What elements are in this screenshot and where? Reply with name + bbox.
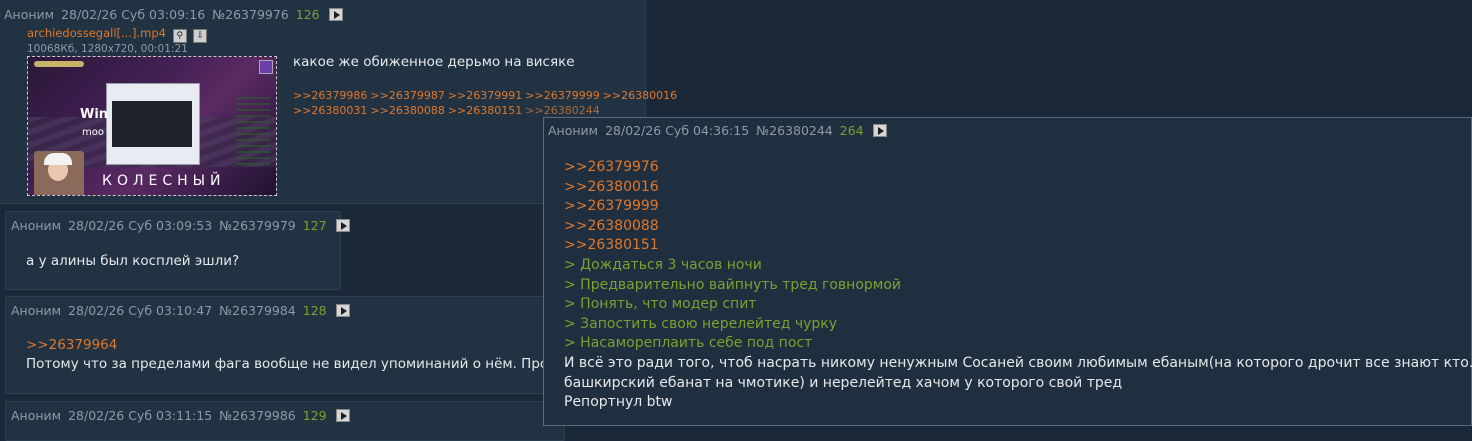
poster-name: Аноним — [11, 303, 62, 318]
reply-link[interactable]: >>26379999 — [525, 89, 599, 102]
quote-link[interactable]: >>26380151 — [564, 236, 1472, 256]
reply-link[interactable]: >>26380244 — [525, 104, 599, 117]
post-menu-icon[interactable] — [328, 8, 343, 21]
post-menu-icon[interactable] — [335, 304, 350, 317]
quote-link[interactable]: >>26379964 — [26, 337, 117, 353]
reply-link[interactable]: >>26379987 — [370, 89, 444, 102]
search-icon[interactable]: ⚲ — [172, 29, 187, 43]
post-number[interactable]: №26379984 — [219, 303, 296, 318]
thumb-overlay-bar — [34, 61, 84, 67]
post-reply-count: 127 — [302, 218, 327, 233]
post-header: Аноним 28/02/26 Суб 03:09:16 №26379976 1… — [4, 7, 346, 22]
thumb-webcam — [34, 151, 84, 195]
post-message: Потому что за пределами фага вообще не в… — [26, 356, 564, 372]
thumb-window-content — [112, 101, 192, 147]
download-icon[interactable]: ⇩ — [193, 29, 208, 43]
greentext-line: > Дождаться 3 часов ночи — [564, 256, 762, 273]
post-datetime: 28/02/26 Суб 03:11:15 — [68, 408, 213, 423]
thumb-corner-icon — [259, 60, 273, 74]
post-message: какое же обиженное дерьмо на висяке — [293, 54, 575, 70]
thumb-text-moo: moo — [82, 127, 104, 138]
replies-row-2: >>26380031 >>26380088 >>26380151 >>26380244 — [293, 103, 680, 118]
reply-link[interactable]: >>26380088 — [370, 104, 444, 117]
greentext-line: > Насамореплаить себе под пост — [564, 335, 813, 352]
quote-link[interactable]: >>26380016 — [564, 178, 1472, 198]
quote-link[interactable]: >>26379976 — [564, 158, 1472, 178]
thumb-chat — [236, 97, 270, 167]
greentext-line: > Запостить свою нерелейтед чурку — [564, 315, 838, 332]
thumb-caption: КОЛЕСНЫЙ — [102, 173, 226, 189]
post-menu-icon[interactable] — [872, 124, 887, 137]
post-number[interactable]: №26379979 — [219, 218, 296, 233]
post-header: Аноним 28/02/26 Суб 03:09:53 №26379979 1… — [11, 218, 353, 233]
post-26379984: Аноним 28/02/26 Суб 03:10:47 №26379984 1… — [5, 296, 565, 394]
post-datetime: 28/02/26 Суб 04:36:15 — [605, 123, 750, 138]
poster-name: Аноним — [11, 408, 62, 423]
file-meta: 10068Кб, 1280x720, 00:01:21 — [27, 43, 188, 55]
body-line: И всё это ради того, чтоб насрать никому… — [564, 354, 1472, 371]
post-menu-icon[interactable] — [335, 409, 350, 422]
post-reply-count: 129 — [302, 408, 327, 423]
post-header: Аноним 28/02/26 Суб 03:11:15 №26379986 1… — [11, 408, 353, 423]
file-info: archiedossegall[...].mp4 ⚲ ⇩ — [27, 26, 208, 43]
file-name-link[interactable]: archiedossegall[...].mp4 — [27, 26, 166, 40]
thumb-text-win: Win — [80, 107, 109, 122]
post-reply-count: 128 — [302, 303, 327, 318]
post-reply-count: 126 — [295, 7, 320, 22]
post-26379979: Аноним 28/02/26 Суб 03:09:53 №26379979 1… — [5, 211, 350, 290]
reply-link[interactable]: >>26379991 — [448, 89, 522, 102]
replies-row-1: >>26379986 >>26379987 >>26379991 >>26379999… — [293, 88, 680, 103]
poster-name: Аноним — [4, 7, 55, 22]
reply-link[interactable]: >>26380031 — [293, 104, 367, 117]
post-26379986: Аноним 28/02/26 Суб 03:11:15 №26379986 1… — [5, 401, 565, 441]
post-menu-icon[interactable] — [335, 219, 350, 232]
post-datetime: 28/02/26 Суб 03:09:16 — [61, 7, 206, 22]
popup-message: >>26379976 >>26380016 >>26379999 >>26380… — [564, 158, 1472, 413]
post-number[interactable]: №26379976 — [212, 7, 289, 22]
post-datetime: 28/02/26 Суб 03:09:53 — [68, 218, 213, 233]
reply-link[interactable]: >>26380016 — [603, 89, 677, 102]
quote-link[interactable]: >>26380088 — [564, 217, 1472, 237]
body-line: башкирский ебанат на чмотике) и нерелейт… — [564, 374, 1123, 391]
post-replies: >>26379986 >>26379987 >>26379991 >>26379999… — [293, 88, 680, 118]
post-reply-count: 264 — [839, 123, 864, 138]
post-message: а у алины был косплей эшли? — [26, 253, 240, 269]
body-line: Репортнул btw — [564, 394, 673, 411]
post-header: Аноним 28/02/26 Суб 03:10:47 №26379984 1… — [11, 303, 353, 318]
post-datetime: 28/02/26 Суб 03:10:47 — [68, 303, 213, 318]
video-thumbnail[interactable]: Win moo КОЛЕСНЫЙ — [27, 56, 277, 196]
post-number[interactable]: №26379986 — [219, 408, 296, 423]
reply-link[interactable]: >>26379986 — [293, 89, 367, 102]
greentext-line: > Предварительно вайпнуть тред говнормой — [564, 276, 902, 293]
greentext-line: > Понять, что модер спит — [564, 296, 757, 313]
post-number[interactable]: №26380244 — [756, 123, 833, 138]
quote-link[interactable]: >>26379999 — [564, 197, 1472, 217]
post-preview-popup: Аноним 28/02/26 Суб 04:36:15 №26380244 2… — [543, 117, 1472, 426]
reply-link[interactable]: >>26380151 — [448, 104, 522, 117]
post-header: Аноним 28/02/26 Суб 04:36:15 №26380244 2… — [548, 123, 890, 138]
poster-name: Аноним — [548, 123, 599, 138]
poster-name: Аноним — [11, 218, 62, 233]
